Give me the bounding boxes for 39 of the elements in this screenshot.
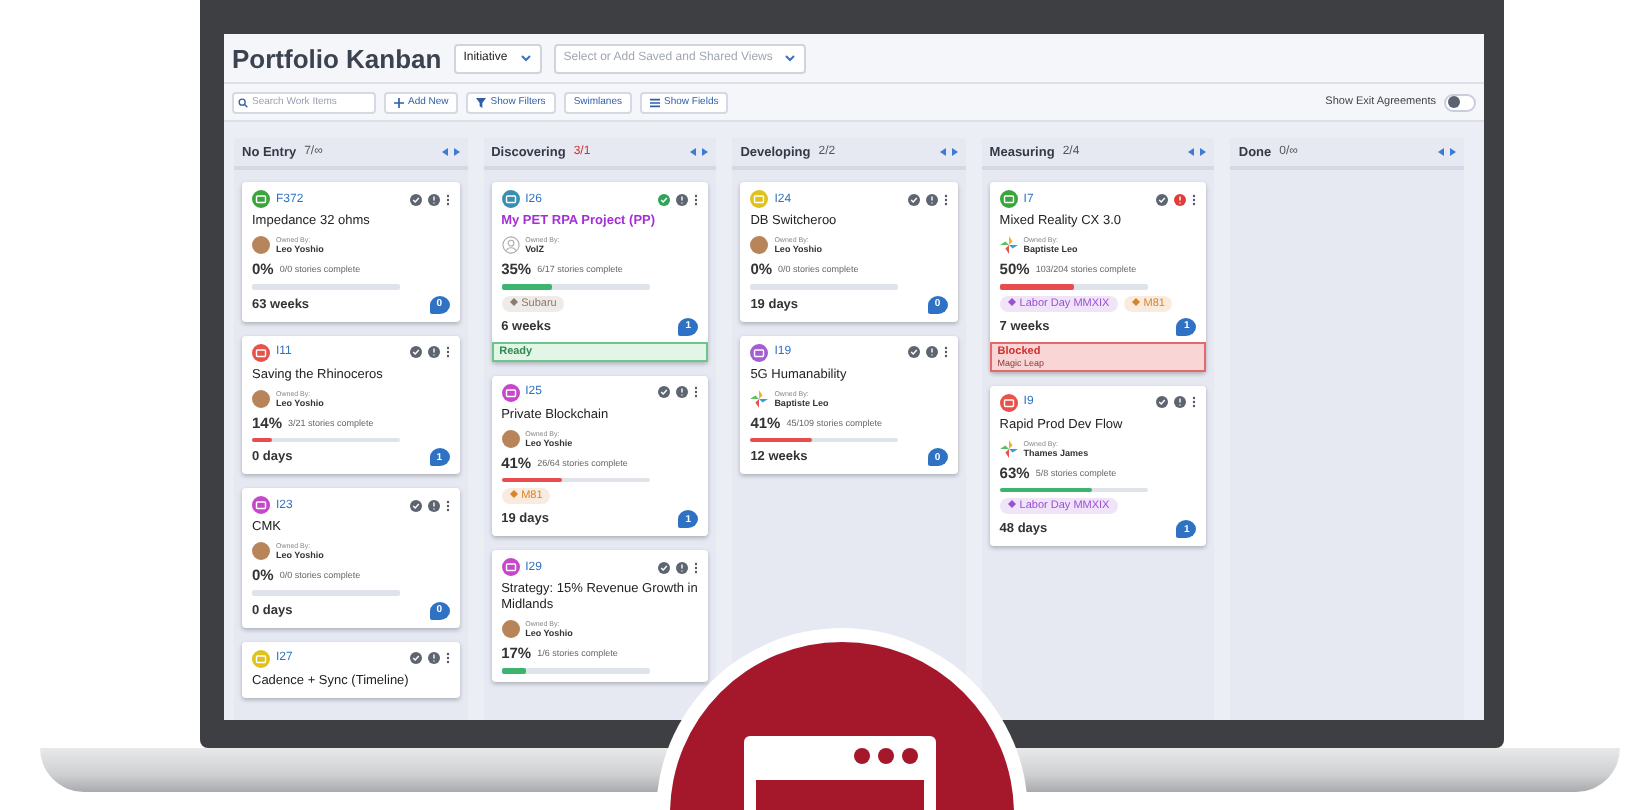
more-icon[interactable] xyxy=(445,499,450,511)
avatar-photo-placeholder xyxy=(252,542,270,560)
more-icon[interactable] xyxy=(1192,193,1197,205)
pinwheel-logo-icon xyxy=(999,236,1018,254)
more-icon[interactable] xyxy=(445,652,450,664)
diamond-icon xyxy=(509,490,518,498)
pinwheel-logo-icon xyxy=(750,389,769,407)
pinwheel-logo-icon xyxy=(999,439,1018,457)
plus-icon xyxy=(394,97,404,107)
avatar-photo-placeholder xyxy=(252,236,270,254)
diamond-icon xyxy=(1007,500,1016,508)
diamond-icon xyxy=(1131,297,1140,305)
more-icon[interactable] xyxy=(1192,396,1197,408)
list-icon xyxy=(650,97,660,107)
collapse-arrows-icon[interactable] xyxy=(1437,148,1456,156)
more-icon[interactable] xyxy=(445,346,450,358)
more-icon[interactable] xyxy=(694,561,699,573)
more-icon[interactable] xyxy=(943,346,948,358)
collapse-arrows-icon[interactable] xyxy=(441,148,460,156)
collapse-arrows-icon[interactable] xyxy=(939,148,958,156)
collapse-arrows-icon[interactable] xyxy=(690,148,709,156)
chevron-down-icon xyxy=(784,54,797,62)
avatar-photo-placeholder xyxy=(750,236,769,254)
more-icon[interactable] xyxy=(694,193,699,205)
page-title: Portfolio Kanban xyxy=(232,43,442,73)
chevron-down-icon xyxy=(519,54,532,62)
more-icon[interactable] xyxy=(445,193,450,205)
user-outline-icon xyxy=(501,236,520,254)
collapse-arrows-icon[interactable] xyxy=(1188,148,1207,156)
diamond-icon xyxy=(509,297,518,305)
more-icon[interactable] xyxy=(943,193,948,205)
avatar-photo-placeholder xyxy=(252,389,270,407)
avatar-photo-placeholder xyxy=(501,429,520,447)
more-icon[interactable] xyxy=(694,386,699,398)
filter-icon xyxy=(476,97,487,107)
avatar-photo-placeholder xyxy=(501,620,520,638)
search-icon xyxy=(238,97,248,107)
diamond-icon xyxy=(1007,297,1016,305)
exit-agreements-toggle[interactable] xyxy=(1444,93,1476,111)
